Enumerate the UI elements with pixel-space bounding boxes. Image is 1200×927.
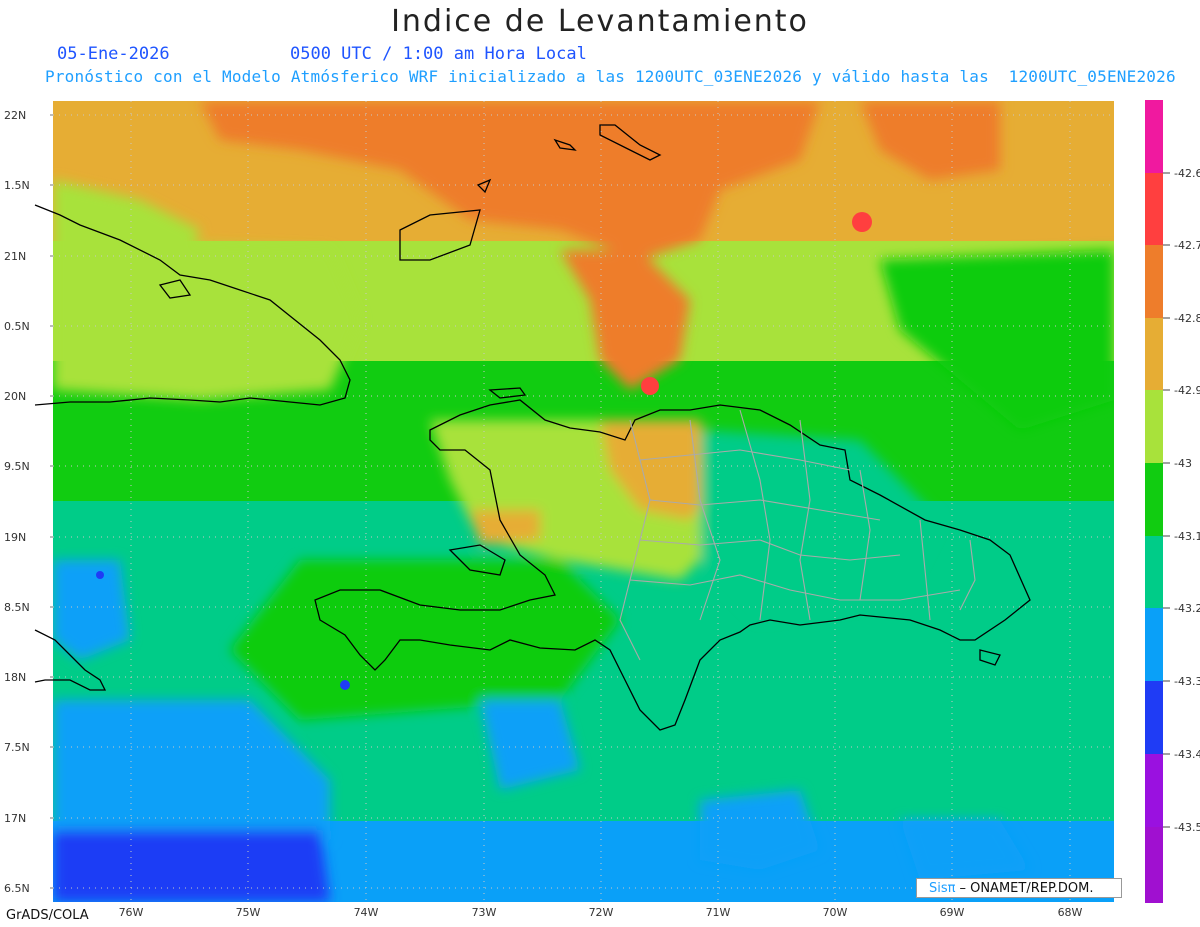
colorbar-swatch (1145, 536, 1163, 608)
x-tick-label: 72W (589, 906, 614, 919)
colorbar-label: -43.1 (1174, 530, 1200, 543)
colorbar-swatch (1145, 681, 1163, 754)
x-tick-label: 71W (706, 906, 731, 919)
y-tick-label: 1.5N (4, 179, 30, 192)
x-tick-label: 74W (354, 906, 379, 919)
footer-grads: GrADS/COLA (6, 908, 89, 923)
colorbar-swatch (1145, 100, 1163, 173)
y-tick-label: 19N (4, 531, 26, 544)
colorbar-label: -42.8 (1174, 312, 1200, 325)
y-tick-label: 7.5N (4, 741, 30, 754)
y-tick-label: 21N (4, 250, 26, 263)
y-tick-label: 9.5N (4, 460, 30, 473)
y-tick-label: 17N (4, 812, 26, 825)
colorbar: -42.6 -42.7 -42.8 -42.9 -43 -43.1 -43.2 … (1145, 100, 1200, 903)
y-tick-label: 8.5N (4, 601, 30, 614)
x-tick-label: 76W (119, 906, 144, 919)
colorbar-label: -43.5 (1174, 821, 1200, 834)
credit-box: Sisπ – ONAMET/REP.DOM. (916, 878, 1122, 898)
y-tick-label: 6.5N (4, 882, 30, 895)
x-tick-label: 68W (1058, 906, 1083, 919)
credit-sis: Sisπ (929, 880, 956, 896)
colorbar-swatch (1145, 245, 1163, 318)
y-tick-label: 22N (4, 109, 26, 122)
colorbar-label: -43.3 (1174, 675, 1200, 688)
colorbar-swatch (1145, 390, 1163, 463)
x-tick-label: 75W (236, 906, 261, 919)
colorbar-swatch (1145, 608, 1163, 681)
x-tick-label: 70W (823, 906, 848, 919)
lifted-index-map: 22N 1.5N 21N 0.5N 20N 9.5N 19N 8.5N 18N … (4, 100, 1200, 919)
x-axis: 76W 75W 74W 73W 72W 71W 70W 69W 68W (119, 906, 1083, 919)
colorbar-label: -43.4 (1174, 748, 1200, 761)
colorbar-label: -43 (1174, 457, 1192, 470)
field-shading (53, 101, 1114, 902)
colorbar-label: -42.6 (1174, 167, 1200, 180)
y-tick-label: 0.5N (4, 320, 30, 333)
axis-ticks (50, 114, 53, 889)
colorbar-label: -42.7 (1174, 239, 1200, 252)
x-tick-label: 73W (472, 906, 497, 919)
x-tick-label: 69W (940, 906, 965, 919)
y-axis: 22N 1.5N 21N 0.5N 20N 9.5N 19N 8.5N 18N … (4, 109, 30, 895)
colorbar-swatch (1145, 463, 1163, 536)
colorbar-swatch (1145, 827, 1163, 903)
colorbar-swatch (1145, 318, 1163, 390)
y-tick-label: 20N (4, 390, 26, 403)
colorbar-swatch (1145, 754, 1163, 827)
y-tick-label: 18N (4, 671, 26, 684)
colorbar-swatch (1145, 173, 1163, 245)
colorbar-label: -42.9 (1174, 384, 1200, 397)
credit-org: – ONAMET/REP.DOM. (959, 880, 1094, 896)
colorbar-label: -43.2 (1174, 602, 1200, 615)
